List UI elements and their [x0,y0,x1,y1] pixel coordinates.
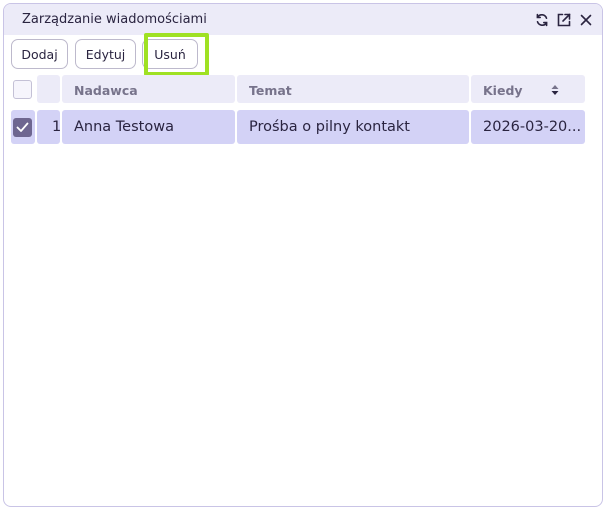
column-header-subject[interactable]: Temat [237,75,469,103]
table-row-subject[interactable]: Prośba o pilny kontakt [237,110,469,144]
subject-value: Prośba o pilny kontakt [249,119,410,135]
add-button[interactable]: Dodaj [11,39,68,69]
message-management-window: Zarządzanie wiadomościami Dodaj Edytuj U… [3,3,603,507]
row-index: 1 [52,119,62,135]
select-all-checkbox[interactable] [13,80,32,99]
edit-button[interactable]: Edytuj [75,39,136,69]
column-header-subject-label: Temat [249,83,292,98]
column-header-when[interactable]: Kiedy [471,75,585,103]
external-link-icon[interactable] [554,10,574,30]
index-header [37,75,60,103]
column-header-when-label: Kiedy [483,83,523,98]
select-all-cell [11,75,35,103]
row-checkbox[interactable] [13,118,32,137]
column-header-sender[interactable]: Nadawca [62,75,235,103]
sender-value: Anna Testowa [74,119,174,135]
sort-icon[interactable] [551,84,559,96]
when-value: 2026-03-20... [483,119,582,135]
refresh-icon[interactable] [532,10,552,30]
row-select-cell [11,110,35,144]
table-row-sender[interactable]: Anna Testowa [62,110,235,144]
window-titlebar: Zarządzanie wiadomościami [4,4,602,35]
row-index-cell: 1 [37,110,62,144]
checkmark-icon [16,122,29,132]
column-header-sender-label: Nadawca [74,83,138,98]
delete-button[interactable]: Usuń [142,39,198,69]
table-row-when[interactable]: 2026-03-20... [471,110,585,144]
close-icon[interactable] [576,10,596,30]
window-title: Zarządzanie wiadomościami [22,12,207,27]
